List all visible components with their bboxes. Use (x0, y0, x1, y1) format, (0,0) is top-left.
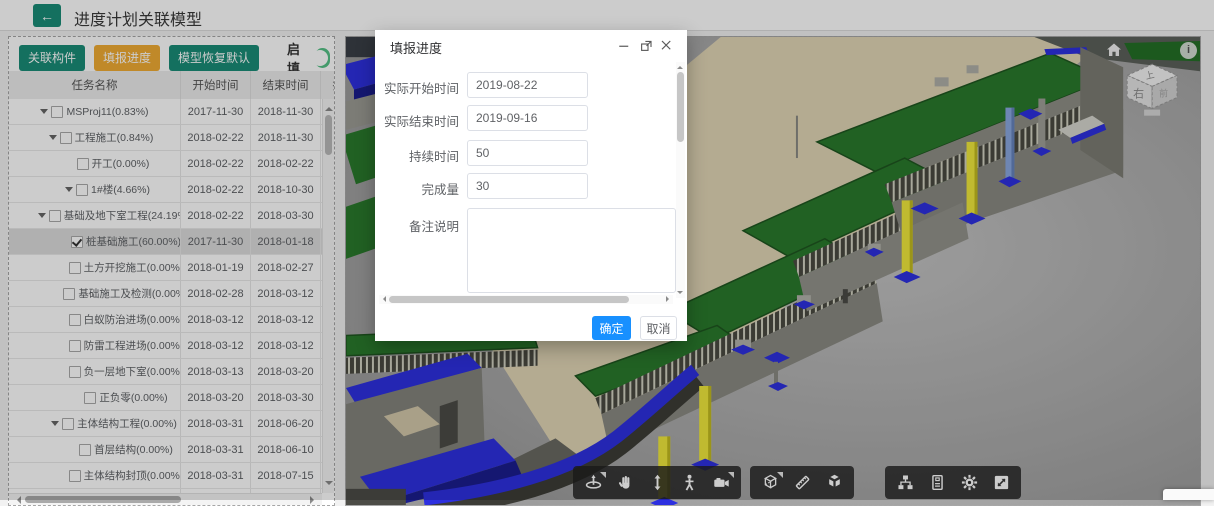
dialog-scroll-right-icon[interactable] (666, 296, 672, 302)
duration-label: 持续时间 (408, 150, 459, 164)
dialog-titlebar[interactable]: 填报进度 (375, 30, 687, 60)
dialog-horizontal-scrollbar[interactable] (379, 295, 673, 304)
dialog-vscroll-thumb[interactable] (677, 72, 684, 142)
restore-icon[interactable] (639, 37, 655, 53)
corner-popup (1163, 489, 1214, 500)
duration-input[interactable] (467, 140, 588, 166)
actual-end-input[interactable] (467, 105, 588, 131)
dialog-scroll-down-icon[interactable] (677, 291, 683, 297)
actual-end-label: 实际结束时间 (383, 115, 459, 129)
actual-start-label: 实际开始时间 (383, 82, 459, 96)
fill-progress-dialog: 填报进度 实际开始时间 实际结束时间 持续时间 完成量 备注说明 (375, 30, 687, 341)
dialog-vertical-scrollbar[interactable] (676, 62, 685, 298)
close-icon[interactable] (659, 37, 675, 53)
minimize-icon[interactable] (617, 37, 633, 53)
cancel-button[interactable]: 取消 (640, 316, 677, 340)
remark-textarea[interactable] (467, 208, 676, 293)
dialog-title: 填报进度 (390, 41, 443, 56)
remark-label: 备注说明 (408, 220, 459, 234)
dialog-scroll-up-icon[interactable] (677, 63, 683, 69)
actual-start-input[interactable] (467, 72, 588, 98)
progress-plan-page: ← 进度计划关联模型 关联构件 填报进度 模型恢复默认 开启填报 任务名称 开始… (0, 0, 1214, 506)
completed-amount-input[interactable] (467, 173, 588, 199)
dialog-scroll-left-icon[interactable] (380, 296, 386, 302)
confirm-button[interactable]: 确定 (592, 316, 631, 340)
dialog-hscroll-thumb[interactable] (389, 296, 629, 303)
completed-amount-label: 完成量 (421, 183, 459, 197)
